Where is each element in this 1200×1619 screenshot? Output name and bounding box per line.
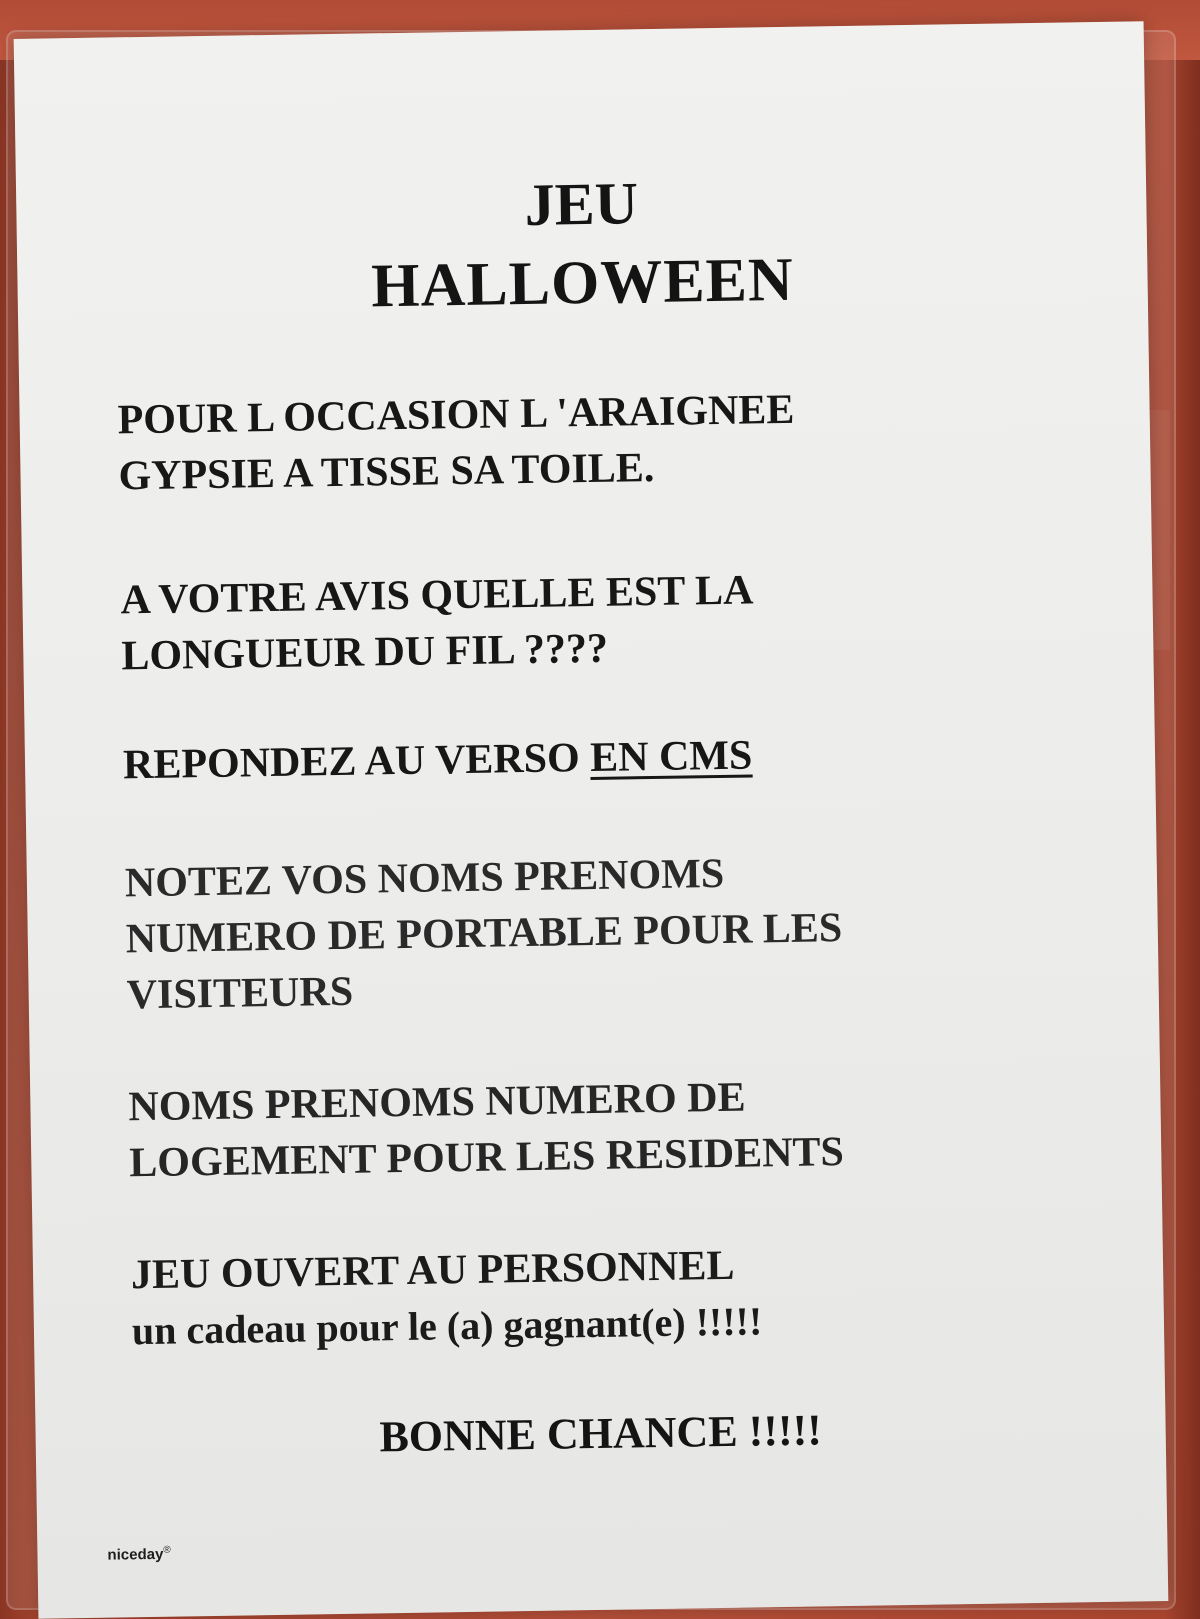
question-paragraph: A VOTRE AVIS QUELLE EST LA LONGUEUR DU F… bbox=[120, 557, 1094, 684]
staff-paragraph: JEU OUVERT AU PERSONNEL un cadeau pour l… bbox=[131, 1232, 1105, 1359]
flyer-sheet: JEU HALLOWEEN POUR L OCCASION L 'ARAIGNE… bbox=[13, 21, 1169, 1619]
title-line-1: JEU bbox=[524, 170, 639, 238]
brand-name: niceday bbox=[107, 1545, 164, 1564]
answer-line: REPONDEZ AU VERSO EN CMS bbox=[123, 722, 1096, 793]
residents-paragraph: NOMS PRENOMS NUMERO DE LOGEMENT POUR LES… bbox=[128, 1064, 1102, 1191]
answer-text: REPONDEZ AU VERSO bbox=[122, 735, 581, 789]
brand-logo: niceday® bbox=[107, 1545, 171, 1564]
intro-paragraph: POUR L OCCASION L 'ARAIGNEE GYPSIE A TIS… bbox=[117, 377, 1091, 504]
registered-mark: ® bbox=[163, 1544, 171, 1556]
good-luck: BONNE CHANCE !!!!! bbox=[379, 1405, 823, 1462]
visitors-paragraph: NOTEZ VOS NOMS PRENOMS NUMERO DE PORTABL… bbox=[124, 840, 1099, 1023]
title-line-2: HALLOWEEN bbox=[370, 245, 795, 321]
answer-instruction: REPONDEZ AU VERSO EN CMS bbox=[123, 722, 1096, 793]
answer-unit: EN CMS bbox=[589, 732, 753, 782]
